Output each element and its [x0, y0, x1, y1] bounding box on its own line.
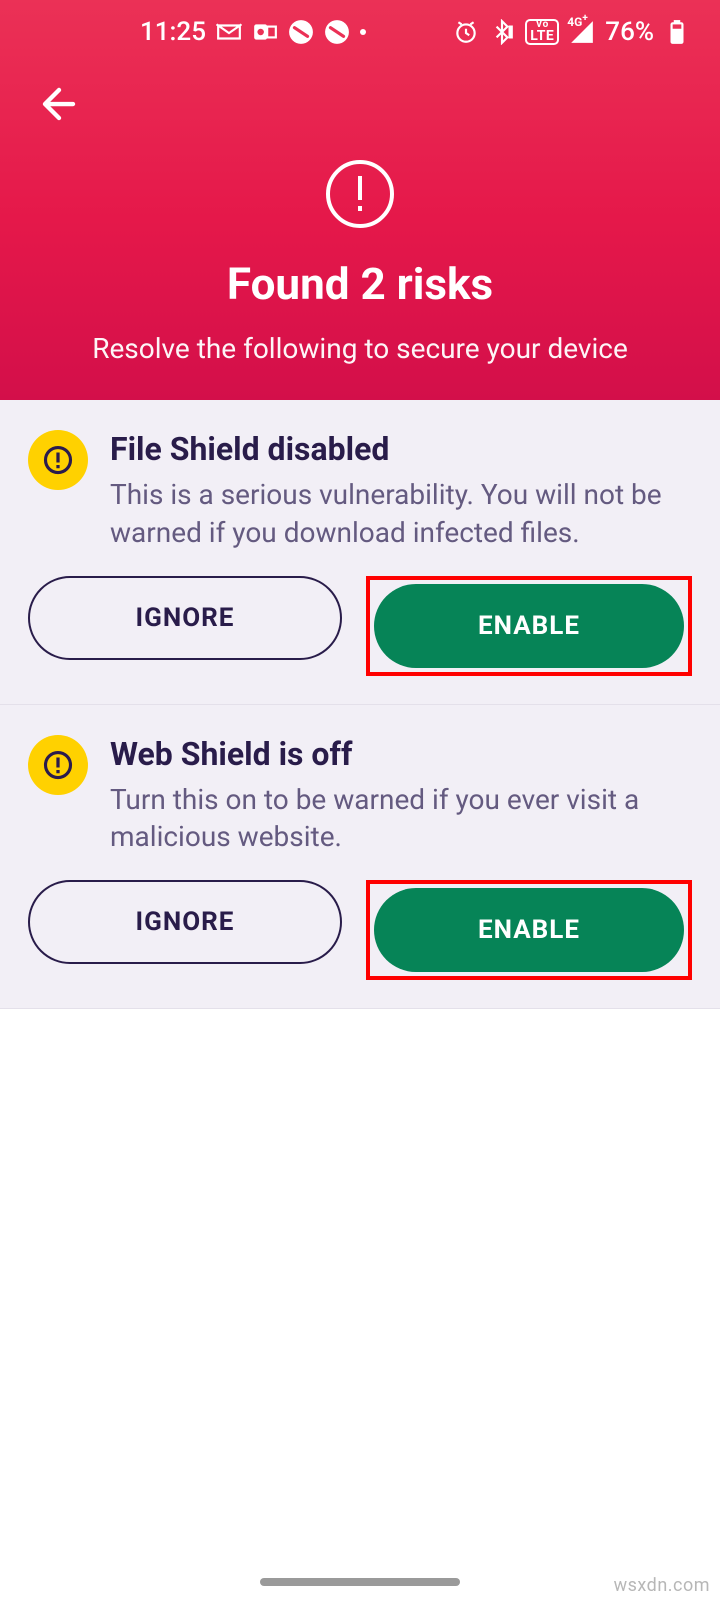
notification-icon-2 — [324, 19, 350, 45]
signal-icon: 4G+ — [569, 19, 595, 45]
warning-badge-icon — [28, 430, 88, 490]
gmail-icon — [216, 19, 242, 45]
battery-icon — [664, 19, 690, 45]
battery-percent: 76% — [605, 17, 654, 47]
more-notifications-dot — [360, 29, 366, 35]
enable-highlight: ENABLE — [366, 576, 692, 676]
volte-icon: VoLTE — [525, 19, 559, 45]
status-time: 11:25 — [140, 17, 206, 47]
card-content: Web Shield is off Turn this on to be war… — [28, 735, 692, 857]
button-row: IGNORE ENABLE — [28, 576, 692, 676]
nav-bar — [0, 64, 720, 144]
back-button[interactable] — [34, 79, 84, 129]
card-description: This is a serious vulnerability. You wil… — [110, 476, 692, 552]
status-right: VoLTE 4G+ 76% — [453, 17, 690, 47]
enable-button[interactable]: ENABLE — [374, 888, 684, 972]
hero-title: Found 2 risks — [227, 258, 493, 310]
risk-card-web-shield: Web Shield is off Turn this on to be war… — [0, 705, 720, 1010]
alarm-icon — [453, 19, 479, 45]
card-title: File Shield disabled — [110, 430, 692, 468]
outlook-icon — [252, 19, 278, 45]
hero-subtitle: Resolve the following to secure your dev… — [92, 332, 628, 365]
card-text: File Shield disabled This is a serious v… — [110, 430, 692, 552]
gesture-bar[interactable] — [260, 1578, 460, 1586]
status-bar: 11:25 VoLTE 4G+ — [0, 0, 720, 64]
bluetooth-battery-icon — [489, 19, 515, 45]
notification-icon-1 — [288, 19, 314, 45]
button-row: IGNORE ENABLE — [28, 880, 692, 980]
card-content: File Shield disabled This is a serious v… — [28, 430, 692, 552]
status-left: 11:25 — [140, 17, 366, 47]
hero: Found 2 risks Resolve the following to s… — [0, 144, 720, 400]
card-text: Web Shield is off Turn this on to be war… — [110, 735, 692, 857]
ignore-button[interactable]: IGNORE — [28, 880, 342, 964]
enable-highlight: ENABLE — [366, 880, 692, 980]
ignore-button[interactable]: IGNORE — [28, 576, 342, 660]
watermark: wsxdn.com — [614, 1575, 710, 1596]
enable-button[interactable]: ENABLE — [374, 584, 684, 668]
warning-badge-icon — [28, 735, 88, 795]
risk-card-file-shield: File Shield disabled This is a serious v… — [0, 400, 720, 705]
card-title: Web Shield is off — [110, 735, 692, 773]
warning-circle-icon — [326, 160, 394, 228]
card-description: Turn this on to be warned if you ever vi… — [110, 781, 692, 857]
header: 11:25 VoLTE 4G+ — [0, 0, 720, 400]
